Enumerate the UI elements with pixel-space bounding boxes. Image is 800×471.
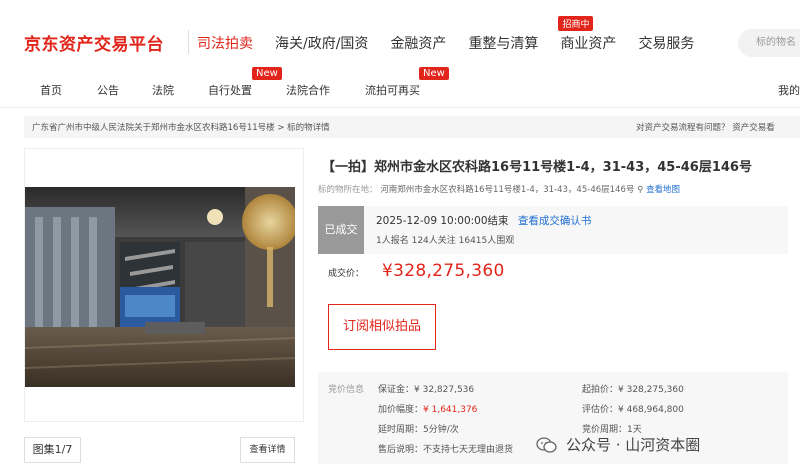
gallery-counter: 图集1/7 [24,437,81,463]
info-row-deposit: 保证金：¥ 32,827,536 [378,385,475,395]
new-badge: New [419,67,449,80]
wechat-icon [536,436,557,453]
status-badge: 已成交 [318,206,364,254]
nav-financial-assets[interactable]: 金融资产 [390,33,446,53]
deal-price-section: 成交价： ¥328,275,360 订阅相似拍品 [318,254,788,366]
main-nav: 司法拍卖 海关/政府/国资 金融资产 重整与清算 招商中 商业资产 交易服务 [197,16,716,53]
nav-trade-service[interactable]: 交易服务 [638,33,694,53]
deal-price-label: 成交价： [328,269,365,279]
map-pin-icon: ⚲ [637,185,644,195]
nav-customs-gov[interactable]: 海关/政府/国资 [275,33,368,53]
item-title: 【一拍】郑州市金水区农科路16号11号楼1-4，31-43，45-46层146号 [322,160,752,175]
lobby-photo[interactable] [25,187,295,387]
help-link[interactable]: 对资产交易流程有问题？ 资产交易看 [636,121,775,133]
breadcrumb[interactable]: 广东省广州市中级人民法院关于郑州市金水区农科路16号11号楼 > 标的物详情 [32,121,330,133]
location-value: 河南郑州市金水区农科路16号11号楼1-4，31-43，45-46层146号 [380,185,635,195]
nav-restructuring[interactable]: 重整与清算 [468,33,538,53]
subnav-court[interactable]: 法院 [152,82,174,98]
bid-info-heading: 竞价信息 [328,385,365,395]
logo-divider [188,30,189,54]
end-time: 2025-12-09 10:00:00结束 [376,215,509,227]
info-row-after-sale: 售后说明：不支持七天无理由退货 [378,445,514,455]
end-time-line: 2025-12-09 10:00:00结束 查看成交确认书 [376,213,591,228]
nav-commercial-assets[interactable]: 招商中 商业资产 [558,16,616,53]
status-panel: 已成交 2025-12-09 10:00:00结束 查看成交确认书 1人报名 1… [318,206,788,254]
new-badge: New [252,67,282,80]
nav-judicial-auction[interactable]: 司法拍卖 [197,33,253,53]
top-header: 京东资产交易平台 司法拍卖 海关/政府/国资 金融资产 重整与清算 招商中 商业… [0,0,800,62]
subnav-court-coop[interactable]: 法院合作 [286,82,330,98]
recruiting-badge: 招商中 [558,16,594,31]
sub-nav: 首页 公告 法院 自行处置 New 法院合作 流拍可再买 New 我的 [0,67,800,108]
view-details-button[interactable]: 查看详情 [240,437,295,463]
confirmation-link[interactable]: 查看成交确认书 [518,215,592,227]
info-row-start-price: 起拍价：¥ 328,275,360 [582,385,684,395]
wechat-watermark: 公众号 · 山河资本圈 [536,434,700,455]
breadcrumb-bar: 广东省广州市中级人民法院关于郑州市金水区农科路16号11号楼 > 标的物详情 对… [24,116,800,138]
subnav-my[interactable]: 我的 [778,82,800,98]
site-logo[interactable]: 京东资产交易平台 [24,30,164,55]
subnav-self-disposal[interactable]: 自行处置 [208,82,252,98]
location-label: 标的物所在地： [318,185,378,195]
subnav-notice[interactable]: 公告 [97,82,119,98]
search-input[interactable]: 标的物名 [738,29,800,57]
subnav-rebuy[interactable]: 流拍可再买 [365,82,420,98]
watermark-text: 公众号 · 山河资本圈 [566,436,701,454]
info-row-appraisal: 评估价：¥ 468,964,800 [582,405,684,415]
subscribe-similar-button[interactable]: 订阅相似拍品 [328,304,436,350]
participation-stats: 1人报名 124人关注 16415人围观 [376,236,515,246]
deal-price: ¥328,275,360 [382,261,505,281]
view-map-link[interactable]: 查看地图 [646,185,680,195]
image-gallery [24,148,304,422]
info-row-delay: 延时周期：5分钟/次 [378,425,459,435]
subnav-home[interactable]: 首页 [40,82,62,98]
info-row-increment: 加价幅度：¥ 1,641,376 [378,405,478,415]
location-line: 标的物所在地： 河南郑州市金水区农科路16号11号楼1-4，31-43，45-4… [318,183,680,195]
